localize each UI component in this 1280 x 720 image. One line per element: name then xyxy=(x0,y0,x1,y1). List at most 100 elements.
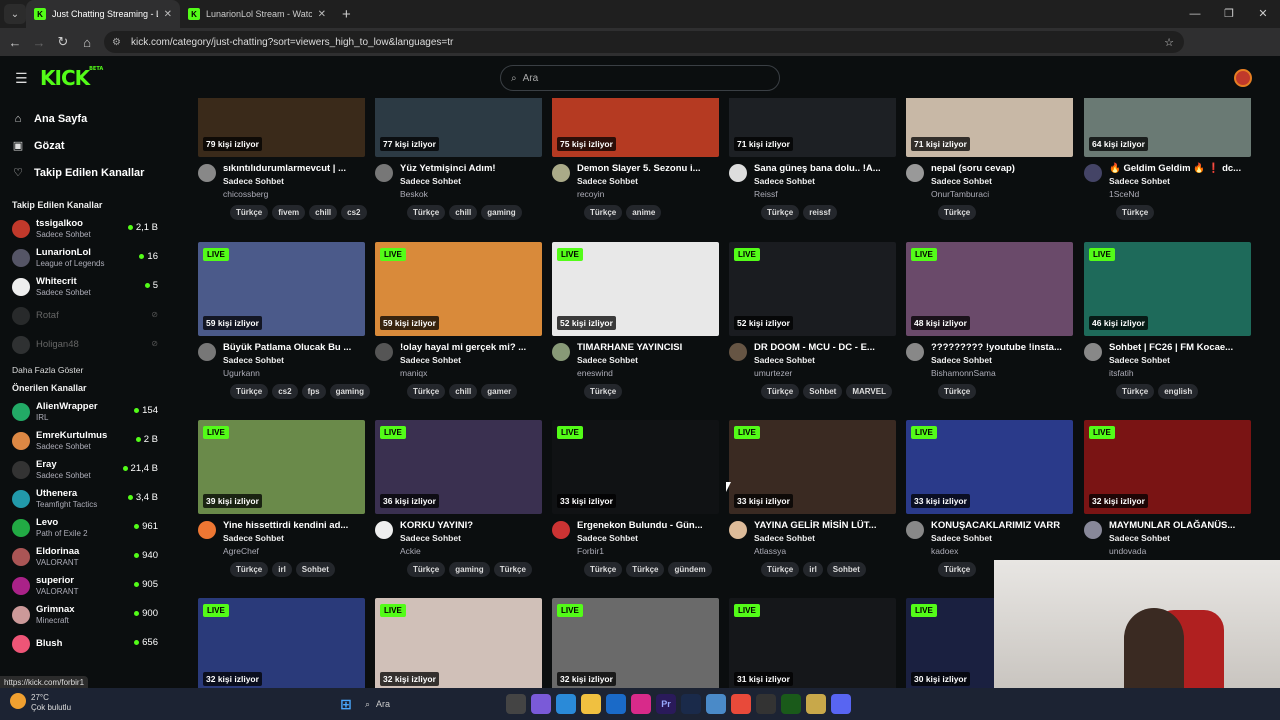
stream-tag[interactable]: chill xyxy=(309,205,338,220)
stream-tag[interactable]: Türkçe xyxy=(761,562,800,577)
stream-card[interactable]: 71 kişi izliyor Sana güneş bana dolu.. !… xyxy=(729,98,896,220)
stream-card[interactable]: LIVE 52 kişi izliyor TIMARHANE YAYINCISI… xyxy=(552,242,719,399)
sidebar-following[interactable]: ♡ Takip Edilen Kanallar xyxy=(0,159,174,186)
stream-tag[interactable]: reissf xyxy=(803,205,837,220)
close-window-icon[interactable]: ✕ xyxy=(1246,0,1280,28)
sidebar-channel[interactable]: Grimnax Minecraft 900 xyxy=(0,600,174,629)
stream-tag[interactable]: Türkçe xyxy=(938,562,977,577)
stream-tag[interactable]: Türkçe xyxy=(407,205,446,220)
stream-thumbnail[interactable]: LIVE 33 kişi izliyor xyxy=(906,420,1073,514)
stream-tag[interactable]: Türkçe xyxy=(230,562,269,577)
stream-channel[interactable]: Ugurkann xyxy=(223,367,365,379)
stream-card[interactable]: LIVE 33 kişi izliyor YAYINA GELİR MİSİN … xyxy=(729,420,896,577)
stream-title[interactable]: Sana güneş bana dolu.. !A... xyxy=(754,162,896,175)
sidebar-channel[interactable]: Levo Path of Exile 2 961 xyxy=(0,513,174,542)
windows-start-icon[interactable]: ⊞ xyxy=(336,694,356,714)
stream-category[interactable]: Sadece Sohbet xyxy=(754,532,896,545)
stream-thumbnail[interactable]: LIVE 52 kişi izliyor xyxy=(552,242,719,336)
stream-tag[interactable]: Türkçe xyxy=(230,205,269,220)
stream-thumbnail[interactable]: LIVE 52 kişi izliyor xyxy=(729,242,896,336)
sidebar-channel[interactable]: EmreKurtulmus Sadece Sohbet 2 B xyxy=(0,426,174,455)
stream-title[interactable]: YAYINA GELİR MİSİN LÜT... xyxy=(754,519,896,532)
steam-icon[interactable] xyxy=(681,694,701,714)
stream-channel[interactable]: Beskok xyxy=(400,188,542,200)
stream-channel[interactable]: kadoex xyxy=(931,545,1073,557)
bookmark-star-icon[interactable]: ☆ xyxy=(1164,36,1174,49)
streamer-avatar[interactable] xyxy=(198,164,216,182)
stream-card[interactable]: LIVE 33 kişi izliyor Ergenekon Bulundu -… xyxy=(552,420,719,577)
edge-icon[interactable] xyxy=(556,694,576,714)
stream-category[interactable]: Sadece Sohbet xyxy=(577,175,719,188)
site-info-icon[interactable]: ⚙ xyxy=(112,37,121,48)
stream-tag[interactable]: gaming xyxy=(481,205,522,220)
stream-title[interactable]: !olay hayal mi gerçek mi? ... xyxy=(400,341,542,354)
stream-tag[interactable]: Türkçe xyxy=(938,384,977,399)
stream-tag[interactable]: english xyxy=(1158,384,1199,399)
stream-tag[interactable]: Türkçe xyxy=(761,205,800,220)
stream-thumbnail[interactable]: LIVE 32 kişi izliyor xyxy=(552,598,719,688)
premiere-icon[interactable]: Pr xyxy=(656,694,676,714)
streamer-avatar[interactable] xyxy=(1084,164,1102,182)
stream-tag[interactable]: Türkçe xyxy=(1116,205,1155,220)
stream-card[interactable]: LIVE 32 kişi izliyor xyxy=(375,598,542,688)
stream-category[interactable]: Sadece Sohbet xyxy=(577,354,719,367)
sidebar-home[interactable]: ⌂ Ana Sayfa xyxy=(0,105,174,132)
stream-card[interactable]: LIVE 31 kişi izliyor xyxy=(729,598,896,688)
sidebar-channel[interactable]: Holigan48 ⊘ xyxy=(0,330,174,359)
stream-category[interactable]: Sadece Sohbet xyxy=(931,532,1073,545)
sidebar-browse[interactable]: ▣ Gözat xyxy=(0,132,174,159)
stream-title[interactable]: 🔥 Geldim Geldim 🔥 ❗ dc... xyxy=(1109,162,1251,175)
stream-thumbnail[interactable]: 79 kişi izliyor xyxy=(198,98,365,157)
streamer-avatar[interactable] xyxy=(1084,521,1102,539)
streamer-avatar[interactable] xyxy=(906,521,924,539)
streamer-avatar[interactable] xyxy=(552,164,570,182)
stream-category[interactable]: Sadece Sohbet xyxy=(1109,354,1251,367)
stream-category[interactable]: Sadece Sohbet xyxy=(931,175,1073,188)
stream-category[interactable]: Sadece Sohbet xyxy=(931,354,1073,367)
stream-thumbnail[interactable]: 77 kişi izliyor xyxy=(375,98,542,157)
stream-card[interactable]: LIVE 48 kişi izliyor ????????? !youtube … xyxy=(906,242,1073,399)
stream-tag[interactable]: fivem xyxy=(272,205,306,220)
sidebar-channel[interactable]: superior VALORANT 905 xyxy=(0,571,174,600)
stream-category[interactable]: Sadece Sohbet xyxy=(223,354,365,367)
sidebar-channel[interactable]: Blush 656 xyxy=(0,629,174,658)
hamburger-menu-icon[interactable]: ☰ xyxy=(15,70,28,87)
stream-tag[interactable]: gamer xyxy=(481,384,518,399)
stream-title[interactable]: Büyük Patlama Olucak Bu ... xyxy=(223,341,365,354)
stream-card[interactable]: LIVE 32 kişi izliyor xyxy=(552,598,719,688)
file-explorer-icon[interactable] xyxy=(581,694,601,714)
stream-category[interactable]: Sadece Sohbet xyxy=(223,175,365,188)
discord-icon[interactable] xyxy=(831,694,851,714)
stream-tag[interactable]: Sohbet xyxy=(826,562,866,577)
stream-channel[interactable]: Reissf xyxy=(754,188,896,200)
stream-category[interactable]: Sadece Sohbet xyxy=(1109,532,1251,545)
stream-card[interactable]: 64 kişi izliyor 🔥 Geldim Geldim 🔥 ❗ dc..… xyxy=(1084,98,1251,220)
nvidia-icon[interactable] xyxy=(781,694,801,714)
streamer-avatar[interactable] xyxy=(198,521,216,539)
stream-tag[interactable]: chill xyxy=(449,205,478,220)
stream-category[interactable]: Sadece Sohbet xyxy=(400,175,542,188)
streamer-avatar[interactable] xyxy=(375,343,393,361)
stream-title[interactable]: nepal (soru cevap) xyxy=(931,162,1073,175)
task-view-icon[interactable] xyxy=(506,694,526,714)
stream-thumbnail[interactable]: LIVE 36 kişi izliyor xyxy=(375,420,542,514)
stream-thumbnail[interactable]: 64 kişi izliyor xyxy=(1084,98,1251,157)
reload-icon[interactable]: ↻ xyxy=(51,34,75,50)
home-icon[interactable]: ⌂ xyxy=(75,35,99,50)
stream-title[interactable]: KONUŞACAKLARIMIZ VARR xyxy=(931,519,1073,532)
streamer-avatar[interactable] xyxy=(1084,343,1102,361)
stream-thumbnail[interactable]: LIVE 32 kişi izliyor xyxy=(375,598,542,688)
stream-tag[interactable]: Türkçe xyxy=(584,562,623,577)
streamer-avatar[interactable] xyxy=(729,164,747,182)
streamer-avatar[interactable] xyxy=(552,521,570,539)
stream-thumbnail[interactable]: LIVE 59 kişi izliyor xyxy=(375,242,542,336)
show-more-link[interactable]: Daha Fazla Göster xyxy=(0,365,174,375)
streamer-avatar[interactable] xyxy=(729,521,747,539)
tab-just-chatting[interactable]: K Just Chatting Streaming - Live S ✕ xyxy=(26,0,180,28)
stream-card[interactable]: 79 kişi izliyor sıkıntılıdurumlarmevcut … xyxy=(198,98,367,220)
chrome-icon[interactable] xyxy=(731,694,751,714)
tab-search-icon[interactable]: ⌄ xyxy=(4,4,26,24)
stream-thumbnail[interactable]: 75 kişi izliyor xyxy=(552,98,719,157)
stream-tag[interactable]: Sohbet xyxy=(803,384,843,399)
stream-title[interactable]: Sohbet | FC26 | FM Kocae... xyxy=(1109,341,1251,354)
